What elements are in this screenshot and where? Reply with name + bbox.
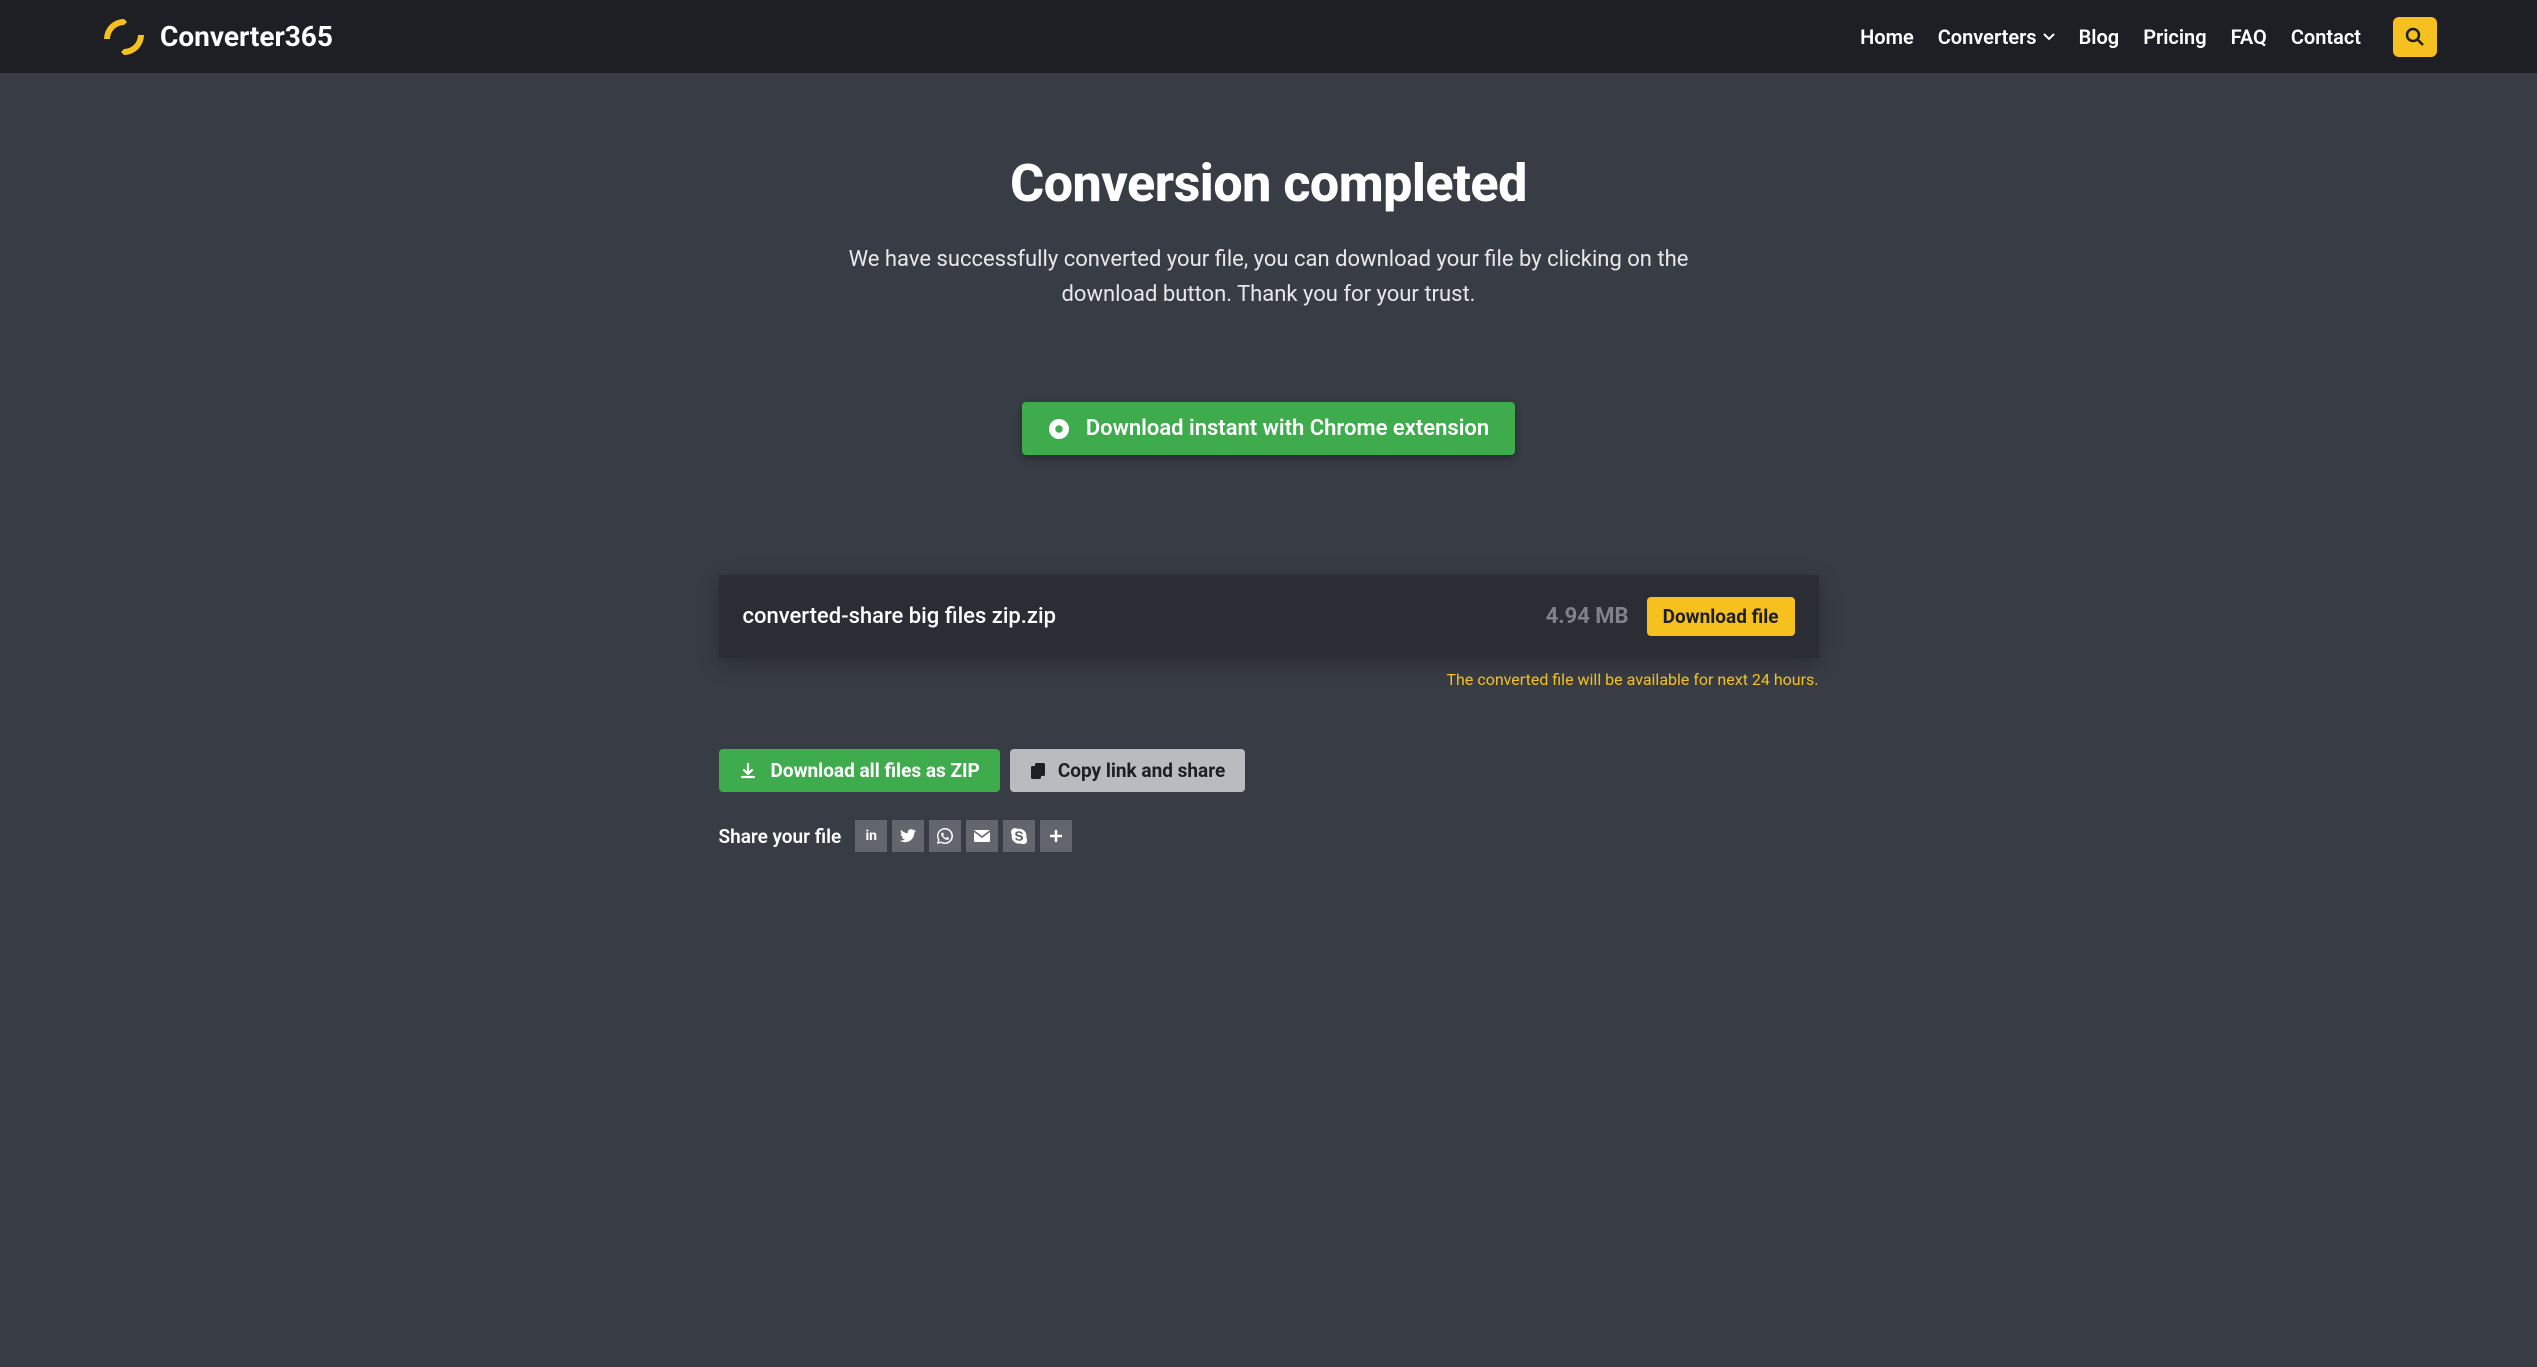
page-subtitle: We have successfully converted your file… [834, 242, 1704, 312]
whatsapp-icon [937, 828, 953, 844]
download-icon [739, 762, 757, 780]
logo-icon [100, 13, 148, 61]
share-twitter[interactable] [892, 820, 924, 852]
download-zip-label: Download all files as ZIP [771, 759, 980, 782]
share-row: Share your file in [719, 820, 1819, 892]
nav-contact[interactable]: Contact [2291, 25, 2361, 49]
skype-icon [1011, 828, 1027, 844]
nav-faq[interactable]: FAQ [2231, 25, 2267, 49]
chrome-icon [1048, 418, 1070, 440]
nav-home[interactable]: Home [1860, 25, 1914, 49]
copy-link-label: Copy link and share [1058, 759, 1225, 782]
copy-link-button[interactable]: Copy link and share [1010, 749, 1245, 792]
share-more[interactable] [1040, 820, 1072, 852]
plus-icon [1049, 829, 1063, 843]
twitter-icon [900, 829, 916, 843]
file-row: converted-share big files zip.zip 4.94 M… [719, 575, 1819, 658]
actions-row: Download all files as ZIP Copy link and … [719, 749, 1819, 792]
copy-icon [1030, 762, 1046, 780]
file-size: 4.94 MB [1546, 604, 1629, 629]
header: Converter365 Home Converters Blog Pricin… [0, 0, 2537, 73]
email-icon [974, 830, 990, 842]
share-linkedin[interactable]: in [855, 820, 887, 852]
main: Conversion completed We have successfull… [719, 73, 1819, 892]
file-name: converted-share big files zip.zip [743, 604, 1546, 629]
nav-pricing[interactable]: Pricing [2143, 25, 2206, 49]
share-icons: in [855, 820, 1072, 852]
nav-converters-label: Converters [1938, 25, 2037, 49]
brand-name: Converter365 [160, 20, 333, 53]
chevron-down-icon [2043, 33, 2055, 41]
download-file-button[interactable]: Download file [1647, 597, 1795, 636]
nav: Home Converters Blog Pricing FAQ Contact [1860, 17, 2437, 57]
search-button[interactable] [2393, 17, 2437, 57]
linkedin-icon: in [865, 828, 877, 844]
nav-converters[interactable]: Converters [1938, 25, 2055, 49]
share-label: Share your file [719, 825, 842, 848]
search-icon [2405, 27, 2425, 47]
chrome-extension-button[interactable]: Download instant with Chrome extension [1022, 402, 1515, 455]
download-zip-button[interactable]: Download all files as ZIP [719, 749, 1000, 792]
chrome-extension-label: Download instant with Chrome extension [1086, 416, 1489, 441]
nav-blog[interactable]: Blog [2079, 25, 2120, 49]
logo[interactable]: Converter365 [100, 13, 333, 61]
page-title: Conversion completed [719, 153, 1819, 214]
share-email[interactable] [966, 820, 998, 852]
share-whatsapp[interactable] [929, 820, 961, 852]
availability-notice: The converted file will be available for… [719, 670, 1819, 689]
share-skype[interactable] [1003, 820, 1035, 852]
